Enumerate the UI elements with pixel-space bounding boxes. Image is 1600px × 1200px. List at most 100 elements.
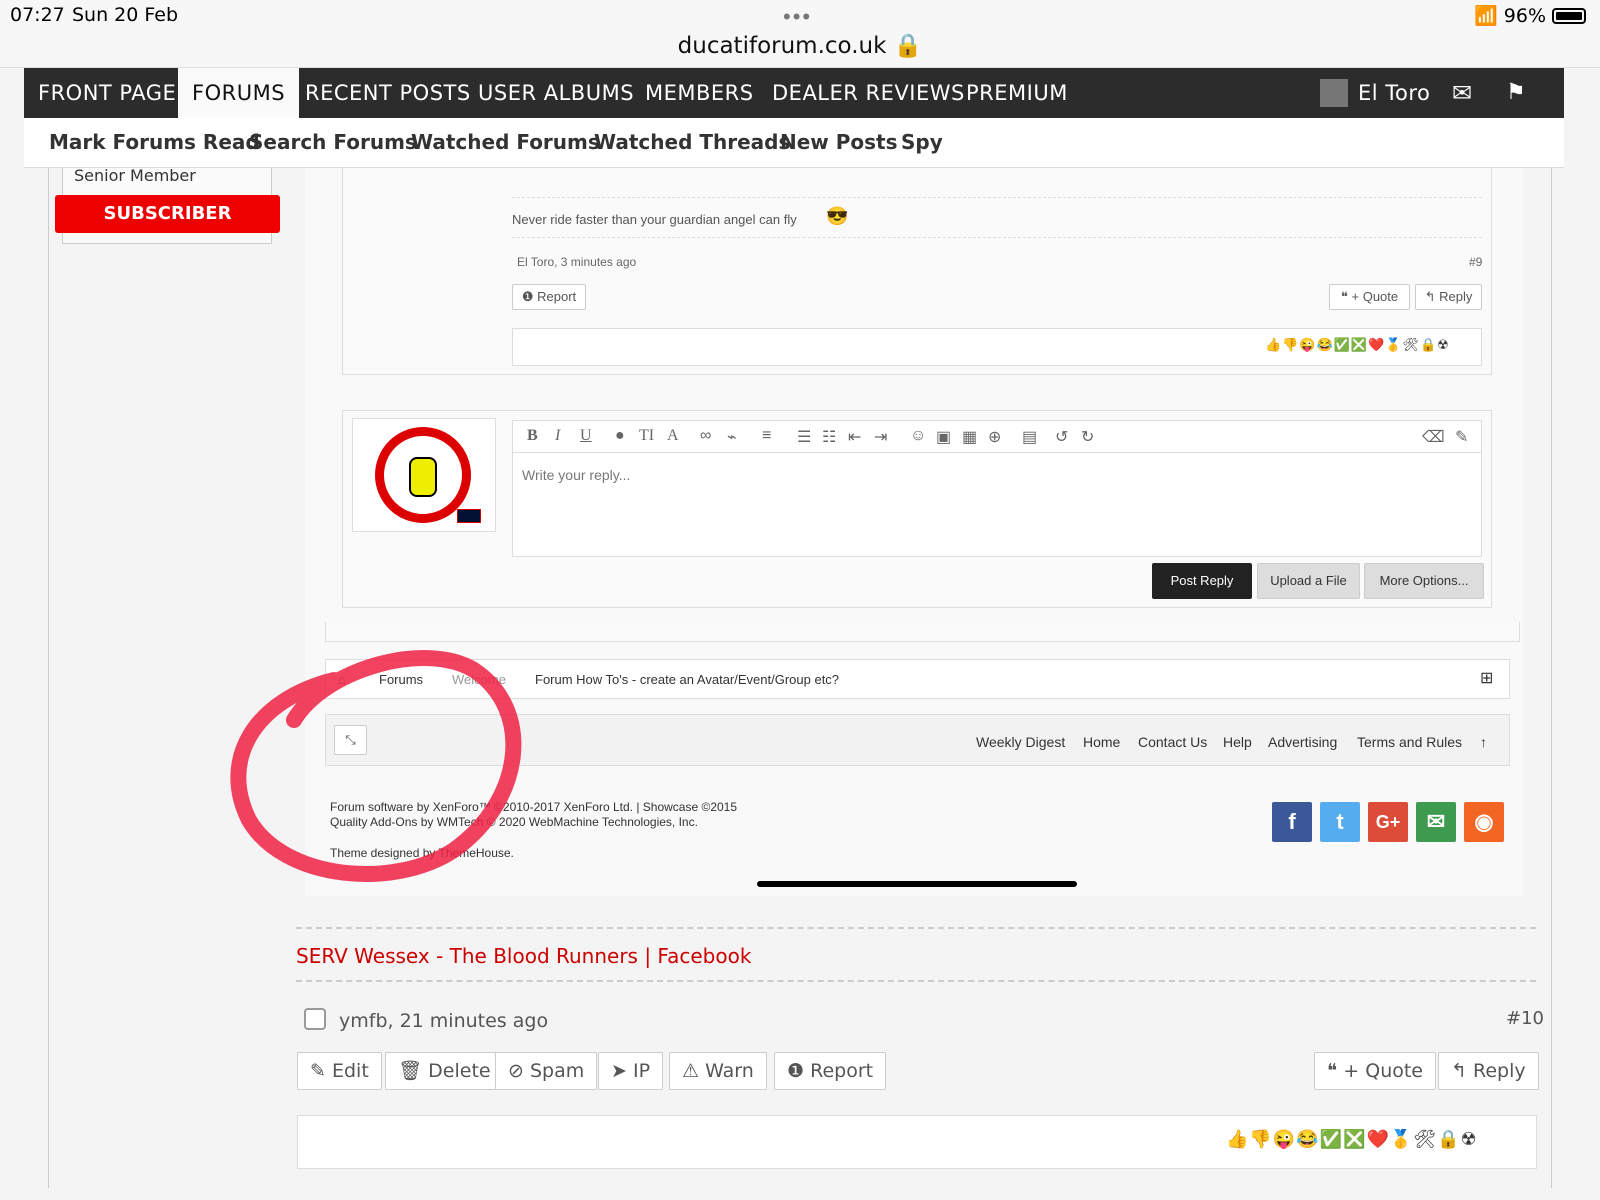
quote-post-button[interactable]: ❝ + Quote [1314, 1052, 1437, 1090]
reply-post-button[interactable]: ↰ Reply [1438, 1052, 1539, 1090]
warn-button[interactable]: ⚠ Warn [669, 1052, 767, 1090]
italic-icon[interactable]: I [555, 427, 560, 445]
bullet-list-icon[interactable]: ☰ [797, 427, 811, 447]
upload-file-button[interactable]: Upload a File [1257, 563, 1360, 599]
nav-user-albums[interactable]: USER ALBUMS [478, 68, 634, 118]
wrench-icon[interactable]: ✎ [1455, 427, 1468, 447]
color-icon[interactable]: ● [615, 427, 625, 445]
font-size-icon[interactable]: TI [639, 427, 654, 445]
redo-icon[interactable]: ↻ [1081, 427, 1094, 447]
post-number[interactable]: #9 [1469, 255, 1482, 269]
home-indicator [757, 881, 1077, 887]
subnav-new-posts[interactable]: New Posts [780, 130, 898, 154]
report-button[interactable]: ❶ Report [512, 284, 586, 310]
post-reply-button[interactable]: Post Reply [1152, 563, 1252, 599]
facebook-icon[interactable]: f [1272, 802, 1312, 842]
font-icon[interactable]: A [667, 427, 679, 445]
alert-icon: ❶ [787, 1060, 805, 1082]
delete-button[interactable]: 🗑 Delete [385, 1052, 504, 1090]
flag-icon[interactable]: ⚑ [1506, 68, 1526, 118]
thread-box-bottom [325, 622, 1520, 642]
image-icon[interactable]: ▣ [936, 427, 951, 447]
link-icon[interactable]: ∞ [700, 427, 711, 445]
quote-button[interactable]: ❝ + Quote [1329, 284, 1410, 310]
report-post-label: Report [810, 1060, 874, 1082]
outdent-icon[interactable]: ⇤ [848, 427, 861, 447]
ip-label: IP [632, 1060, 651, 1082]
bold-icon[interactable]: B [527, 427, 538, 445]
rider-icon [409, 457, 437, 497]
user-avatar[interactable] [1320, 79, 1348, 107]
mail-icon[interactable]: ✉ [1452, 68, 1473, 118]
eraser-icon[interactable]: ⌫ [1422, 427, 1445, 447]
subnav-watched-forums[interactable]: Watched Forums [411, 130, 600, 154]
insert-icon[interactable]: ⊕ [988, 427, 1001, 447]
battery-text: 96% [1503, 4, 1546, 27]
reply-label: Reply [1439, 289, 1473, 304]
footer-weekly-digest[interactable]: Weekly Digest [976, 734, 1065, 750]
signature-text: Never ride faster than your guardian ang… [512, 212, 797, 227]
report-icon: ❶ [521, 289, 534, 304]
subnav-mark-read[interactable]: Mark Forums Read [49, 130, 260, 154]
email-icon[interactable]: ✉ [1416, 802, 1456, 842]
warning-icon: ⚠ [682, 1060, 700, 1082]
underline-icon[interactable]: U [580, 427, 592, 445]
edit-button[interactable]: ✎ Edit [297, 1052, 382, 1090]
ban-icon: ⊘ [508, 1060, 524, 1082]
subnav-search-forums[interactable]: Search Forums [249, 130, 417, 154]
more-dots-icon[interactable]: ••• [783, 4, 812, 30]
media-icon[interactable]: ▦ [962, 427, 977, 447]
trash-icon: 🗑 [398, 1060, 423, 1082]
wifi-icon: 📶 [1474, 5, 1498, 27]
nav-forums[interactable]: FORUMS [178, 68, 300, 118]
nav-dealer-reviews[interactable]: DEALER REVIEWS [772, 68, 965, 118]
smilie-icon[interactable]: ☺ [910, 427, 926, 445]
subnav-watched-threads[interactable]: Watched Threads [594, 130, 790, 154]
select-checkbox[interactable] [304, 1008, 326, 1030]
twitter-icon[interactable]: t [1320, 802, 1360, 842]
divider [296, 927, 1536, 929]
rss-icon[interactable]: ◉ [1464, 802, 1504, 842]
quote-icon: ❝ [1340, 289, 1348, 304]
subnav-spy[interactable]: Spy [901, 130, 943, 154]
reply-button[interactable]: ↰ Reply [1415, 284, 1482, 310]
post-author-time[interactable]: ymfb, 21 minutes ago [339, 1010, 548, 1032]
nav-front-page[interactable]: FRONT PAGE [38, 68, 176, 118]
crumb-thread[interactable]: Forum How To's - create an Avatar/Event/… [535, 672, 839, 687]
clock: 07:27 [10, 4, 65, 26]
footer-terms[interactable]: Terms and Rules [1357, 734, 1462, 750]
save-draft-icon[interactable]: ▤ [1022, 427, 1037, 447]
ios-status-bar: 07:27 Sun 20 Feb ••• ducatiforum.co.uk 🔒… [0, 0, 1600, 68]
align-icon[interactable]: ≡ [762, 427, 771, 445]
undo-icon[interactable]: ↺ [1055, 427, 1068, 447]
numbered-list-icon[interactable]: ☷ [822, 427, 836, 447]
google-plus-icon[interactable]: G+ [1368, 802, 1408, 842]
address-bar[interactable]: ducatiforum.co.uk 🔒 [0, 32, 1600, 59]
nav-user-name[interactable]: El Toro [1358, 68, 1430, 118]
reply-textarea[interactable]: Write your reply... [522, 467, 630, 483]
url-text[interactable]: ducatiforum.co.uk [678, 33, 887, 59]
footer-help[interactable]: Help [1223, 734, 1252, 750]
report-post-button[interactable]: ❶ Report [774, 1052, 887, 1090]
nav-premium[interactable]: PREMIUM [966, 68, 1068, 118]
indent-icon[interactable]: ⇥ [874, 427, 887, 447]
reaction-icons[interactable]: 👍👎😜😂✅❎❤️🥇🛠🔒☢ [1265, 337, 1450, 353]
nav-members[interactable]: MEMBERS [645, 68, 754, 118]
footer-contact[interactable]: Contact Us [1138, 734, 1207, 750]
reply-icon: ↰ [1424, 289, 1436, 304]
ip-button[interactable]: ➤ IP [598, 1052, 664, 1090]
spam-button[interactable]: ⊘ Spam [495, 1052, 598, 1090]
facebook-link[interactable]: SERV Wessex - The Blood Runners | Facebo… [296, 944, 751, 968]
nav-recent-posts[interactable]: RECENT POSTS [305, 68, 471, 118]
footer-advertising[interactable]: Advertising [1268, 734, 1337, 750]
sitemap-icon[interactable]: ⊞ [1480, 668, 1493, 688]
more-options-button[interactable]: More Options... [1364, 563, 1484, 599]
edit-label: Edit [331, 1060, 369, 1082]
scroll-top-icon[interactable]: ↑ [1480, 734, 1487, 750]
post-meta-author[interactable]: El Toro, 3 minutes ago [517, 255, 636, 269]
post-number-10[interactable]: #10 [1506, 1008, 1544, 1029]
unlink-icon[interactable]: ⌁ [727, 427, 737, 447]
post-reaction-icons[interactable]: 👍👎😜😂✅❎❤️🥇🛠🔒☢ [1226, 1129, 1478, 1150]
user-rank: Senior Member [74, 166, 196, 185]
footer-home[interactable]: Home [1083, 734, 1120, 750]
